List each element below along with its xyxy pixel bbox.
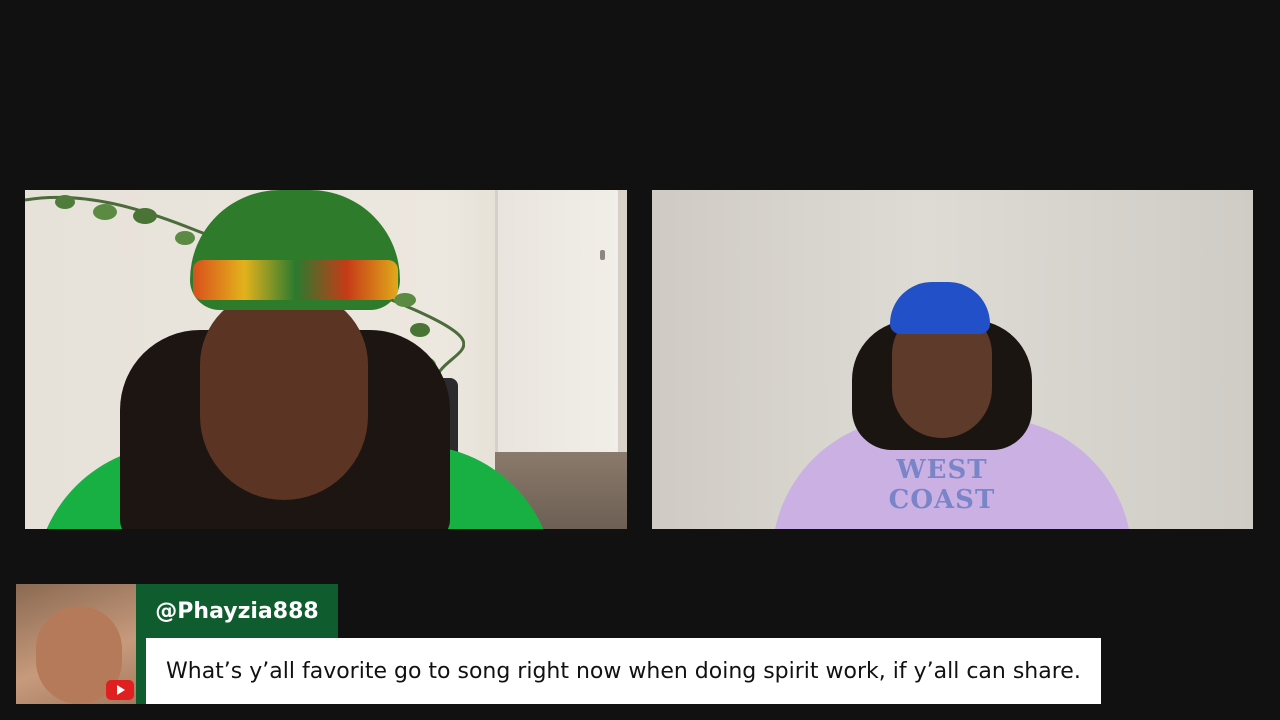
participant-right-cap (890, 282, 990, 334)
commenter-username: @Phayzia888 (136, 584, 338, 638)
participant-video-left (25, 190, 627, 529)
sweatshirt-text: WEST COAST (888, 455, 996, 515)
participant-left-face (200, 290, 368, 500)
participant-video-right: WEST COAST (652, 190, 1253, 529)
commenter-avatar (16, 584, 136, 704)
door-knob (600, 250, 605, 260)
background-door (495, 190, 621, 452)
stream-canvas: WEST COAST @Phayzia888 What’s y’all favo… (0, 0, 1280, 720)
comment-message: What’s y’all favorite go to song right n… (146, 638, 1101, 704)
youtube-icon (106, 680, 134, 700)
headwrap-band (193, 260, 398, 300)
comment-accent-stripe (136, 638, 146, 704)
